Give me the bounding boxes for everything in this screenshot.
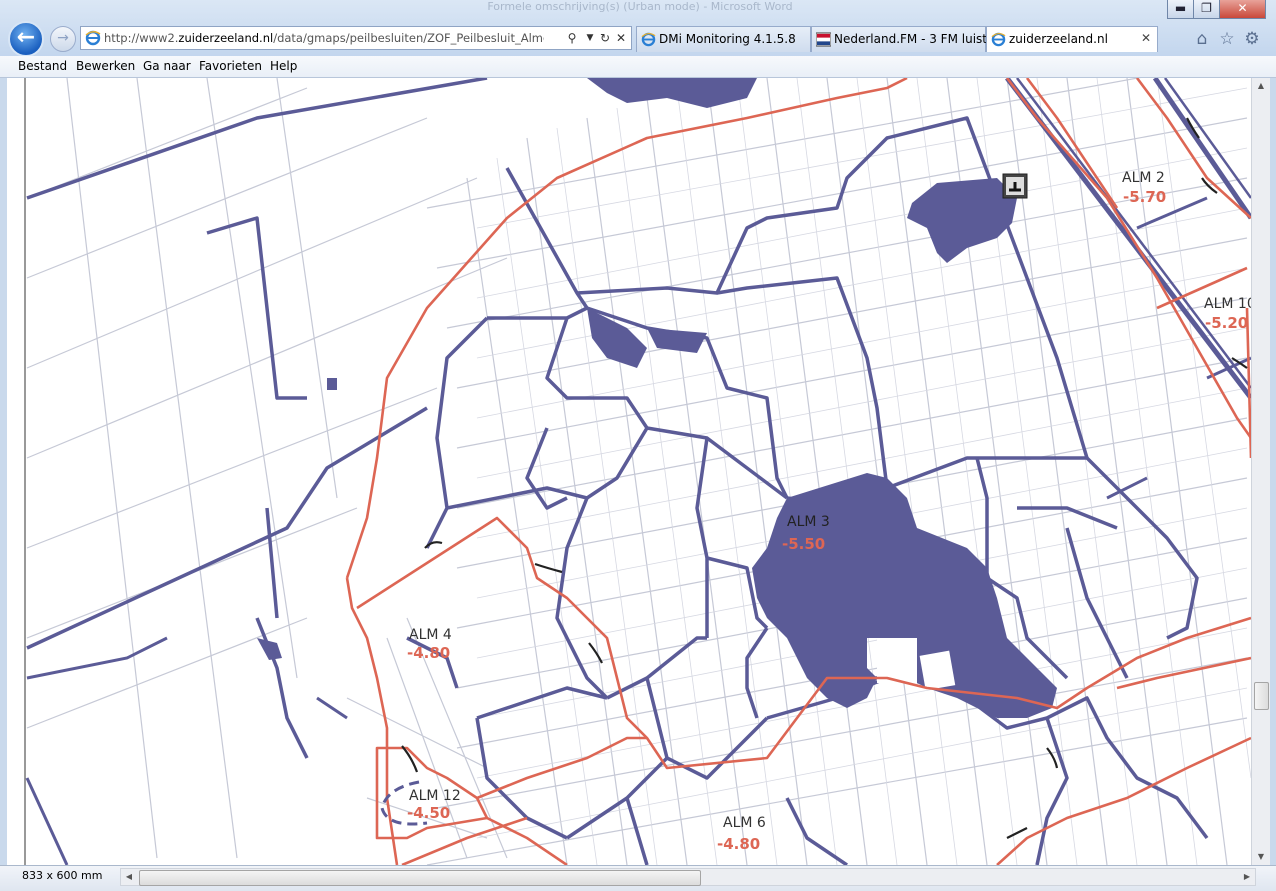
maximize-button[interactable]: ❐ bbox=[1193, 0, 1220, 19]
ie-icon bbox=[641, 32, 656, 47]
flag-icon bbox=[816, 32, 831, 47]
tab-close-icon[interactable]: ✕ bbox=[1141, 31, 1151, 45]
scroll-down-icon[interactable]: ▼ bbox=[1252, 849, 1270, 865]
window-title: Formele omschrijving(s) (Urban mode) - M… bbox=[487, 0, 793, 13]
menu-favorieten[interactable]: Favorieten bbox=[199, 59, 262, 73]
status-dimensions: 833 x 600 mm bbox=[22, 869, 103, 882]
area-level: -4.50 bbox=[407, 804, 450, 822]
menu-ga-naar[interactable]: Ga naar bbox=[143, 59, 191, 73]
area-name: ALM 2 bbox=[1122, 170, 1165, 186]
favorites-star-icon[interactable]: ☆ bbox=[1217, 29, 1237, 49]
map-view[interactable]: ALM 2 -5.70 ALM 10 -5.20 ALM 3 -5.50 ALM… bbox=[7, 78, 1251, 865]
url-prefix: http://www2. bbox=[104, 31, 179, 45]
area-name: ALM 3 bbox=[787, 514, 830, 530]
area-name: ALM 10 bbox=[1204, 296, 1251, 312]
dropdown-arrow-icon[interactable]: ▼ bbox=[583, 30, 597, 46]
search-icon[interactable]: ⚲ bbox=[565, 30, 579, 46]
area-name: ALM 4 bbox=[409, 627, 452, 643]
area-name: ALM 6 bbox=[723, 815, 766, 831]
area-level: -5.20 bbox=[1205, 314, 1248, 332]
url-domain: zuiderzeeland.nl bbox=[178, 31, 274, 45]
minimize-button[interactable]: ▬ bbox=[1167, 0, 1194, 19]
area-label-alm10: ALM 10 -5.20 bbox=[1204, 296, 1251, 332]
area-level: -5.70 bbox=[1123, 188, 1166, 206]
ie-icon bbox=[85, 30, 101, 46]
forward-button[interactable]: → bbox=[50, 26, 76, 52]
area-name: ALM 12 bbox=[409, 788, 461, 804]
close-button[interactable]: ✕ bbox=[1219, 0, 1266, 19]
tab-zuiderzeeland[interactable]: zuiderzeeland.nl ✕ bbox=[986, 26, 1158, 52]
vertical-scroll-thumb[interactable] bbox=[1254, 682, 1269, 710]
address-bar[interactable]: http://www2.zuiderzeeland.nl/data/gmaps/… bbox=[80, 26, 632, 50]
tab-nederland-fm[interactable]: Nederland.FM - 3 FM luist... bbox=[811, 26, 998, 52]
refresh-icon[interactable]: ↻ bbox=[598, 30, 612, 46]
scroll-left-icon[interactable]: ◀ bbox=[121, 869, 137, 885]
forward-arrow-icon: → bbox=[57, 30, 69, 46]
menu-bewerken[interactable]: Bewerken bbox=[76, 59, 135, 73]
back-button[interactable]: ← bbox=[8, 21, 44, 57]
scroll-up-icon[interactable]: ▲ bbox=[1252, 78, 1270, 94]
area-label-alm4: ALM 4 -4.80 bbox=[407, 627, 452, 662]
status-bar: 833 x 600 mm ◀ ▶ bbox=[0, 865, 1276, 891]
stop-icon[interactable]: ✕ bbox=[614, 30, 628, 46]
home-icon[interactable]: ⌂ bbox=[1192, 29, 1212, 49]
area-level: -5.50 bbox=[782, 535, 825, 553]
url-suffix: /data/gmaps/peilbesluiten/ZOF_Peilbeslui… bbox=[273, 31, 544, 45]
tab-dmi-monitoring[interactable]: DMi Monitoring 4.1.5.8 bbox=[636, 26, 811, 52]
scroll-right-icon[interactable]: ▶ bbox=[1239, 869, 1255, 885]
vertical-scrollbar[interactable]: ▲ ▼ bbox=[1251, 78, 1270, 865]
area-level: -4.80 bbox=[717, 835, 760, 853]
menu-bar: Bestand Bewerken Ga naar Favorieten Help bbox=[0, 56, 1276, 78]
address-url[interactable]: http://www2.zuiderzeeland.nl/data/gmaps/… bbox=[104, 31, 544, 47]
tab-label: Nederland.FM - 3 FM luist... bbox=[834, 32, 999, 46]
water-level-map: ALM 2 -5.70 ALM 10 -5.20 ALM 3 -5.50 ALM… bbox=[7, 78, 1251, 865]
menu-bestand[interactable]: Bestand bbox=[18, 59, 67, 73]
area-level: -4.80 bbox=[407, 644, 450, 662]
horizontal-scroll-thumb[interactable] bbox=[139, 870, 701, 886]
horizontal-scrollbar[interactable]: ◀ ▶ bbox=[120, 868, 1256, 886]
pumping-station-icon bbox=[1002, 173, 1028, 199]
menu-help[interactable]: Help bbox=[270, 59, 297, 73]
tab-label: zuiderzeeland.nl bbox=[1009, 32, 1108, 46]
tab-label: DMi Monitoring 4.1.5.8 bbox=[659, 32, 796, 46]
ie-icon bbox=[991, 32, 1006, 47]
gear-icon[interactable]: ⚙ bbox=[1242, 29, 1262, 49]
back-arrow-icon: ← bbox=[16, 25, 36, 50]
area-label-alm2: ALM 2 -5.70 bbox=[1122, 170, 1166, 206]
